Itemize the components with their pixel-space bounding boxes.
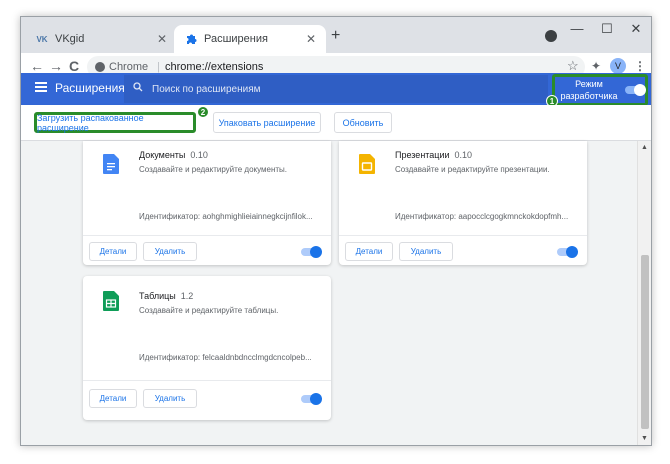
extension-version: 0.10	[190, 150, 208, 160]
developer-mode-label: Режим разработчика	[560, 79, 618, 101]
remove-button[interactable]: Удалить	[143, 389, 197, 408]
extension-description: Создавайте и редактируйте презентации.	[395, 165, 550, 174]
extensions-list: Документы 0.10 Создавайте и редактируйте …	[21, 141, 637, 445]
extension-card: Презентации 0.10 Создавайте и редактируйт…	[339, 141, 587, 265]
developer-mode-toggle[interactable]	[625, 84, 646, 96]
extension-card: Документы 0.10 Создавайте и редактируйте …	[83, 141, 331, 265]
card-divider	[339, 235, 587, 236]
update-button[interactable]: Обновить	[334, 112, 392, 133]
step-badge-2: 2	[197, 106, 209, 118]
scrollbar[interactable]: ▲ ▼	[637, 141, 651, 445]
extension-enable-toggle[interactable]	[557, 246, 578, 258]
media-indicator-icon[interactable]	[545, 30, 557, 42]
extension-description: Создавайте и редактируйте документы.	[139, 165, 288, 174]
extension-card: Таблицы 1.2 Создавайте и редактируйте таб…	[83, 276, 331, 420]
extension-description: Создавайте и редактируйте таблицы.	[139, 306, 279, 315]
remove-button[interactable]: Удалить	[399, 242, 453, 261]
remove-button[interactable]: Удалить	[143, 242, 197, 261]
extension-version: 1.2	[180, 291, 194, 301]
extension-name: Документы 0.10	[139, 150, 208, 160]
bookmark-star-icon[interactable]: ☆	[567, 58, 579, 74]
tab-vkgid[interactable]: VK VKgid ✕	[25, 25, 177, 53]
minimize-button[interactable]: —	[563, 21, 591, 36]
extension-name: Таблицы 1.2	[139, 291, 194, 301]
card-divider	[83, 235, 331, 236]
sheets-icon	[103, 291, 119, 311]
slides-icon	[359, 154, 375, 174]
close-tab-icon[interactable]: ✕	[306, 32, 316, 46]
extension-enable-toggle[interactable]	[301, 393, 322, 405]
scroll-up-arrow-icon[interactable]: ▲	[641, 144, 648, 151]
docs-icon	[103, 154, 119, 174]
browser-window: VK VKgid ✕ Расширения ✕ + — ☐ ✕ ← → C Ch…	[20, 16, 652, 446]
search-icon	[133, 82, 143, 95]
new-tab-button[interactable]: +	[331, 27, 340, 45]
card-divider	[83, 380, 331, 381]
close-window-button[interactable]: ✕	[622, 21, 650, 37]
details-button[interactable]: Детали	[89, 389, 137, 408]
close-tab-icon[interactable]: ✕	[157, 32, 167, 46]
pack-extension-button[interactable]: Упаковать расширение	[213, 112, 321, 133]
developer-mode-toggle-area[interactable]: Режим разработчика	[552, 74, 648, 106]
omnibox-chip: Chrome	[109, 61, 149, 73]
omnibox-divider: |	[157, 61, 160, 73]
details-button[interactable]: Детали	[89, 242, 137, 261]
extension-enable-toggle[interactable]	[301, 246, 322, 258]
extension-id: Идентификатор: aapocclcgogkmnckokdopfmh.…	[395, 212, 569, 221]
avatar[interactable]: V	[610, 58, 626, 74]
search-input[interactable]: Поиск по расширениям	[124, 75, 548, 103]
menu-icon[interactable]: ⋮	[634, 59, 646, 73]
developer-toolbar: Загрузить распакованное расширение Упако…	[21, 105, 651, 141]
search-placeholder: Поиск по расширениям	[152, 83, 261, 95]
url-text: chrome://extensions	[164, 61, 264, 73]
forward-button[interactable]: →	[49, 58, 63, 74]
scroll-down-arrow-icon[interactable]: ▼	[641, 435, 648, 442]
extension-version: 0.10	[454, 150, 473, 160]
extension-name: Презентации 0.10	[395, 150, 473, 160]
extensions-icon[interactable]: ✦	[591, 59, 601, 73]
vk-icon: VK	[36, 34, 48, 44]
extension-id: Идентификатор: felcaaldnbdncclmgdcncolpe…	[139, 353, 312, 362]
load-unpacked-button[interactable]: Загрузить распакованное расширение	[34, 112, 196, 133]
extension-id: Идентификатор: aohghmighlieiainnegkcijnf…	[139, 212, 313, 221]
maximize-button[interactable]: ☐	[593, 21, 621, 37]
back-button[interactable]: ←	[30, 58, 44, 74]
tab-title: Расширения	[204, 33, 268, 45]
details-button[interactable]: Детали	[345, 242, 393, 261]
tab-extensions[interactable]: Расширения ✕	[174, 25, 326, 53]
reload-button[interactable]: C	[69, 58, 79, 74]
page-title: Расширения	[55, 81, 125, 95]
hamburger-menu-icon[interactable]	[35, 82, 47, 92]
scrollbar-thumb[interactable]	[641, 255, 649, 429]
tab-title: VKgid	[55, 33, 85, 45]
chrome-icon	[95, 62, 105, 72]
tab-strip: VK VKgid ✕ Расширения ✕ + — ☐ ✕	[21, 17, 651, 53]
puzzle-icon	[184, 32, 198, 46]
